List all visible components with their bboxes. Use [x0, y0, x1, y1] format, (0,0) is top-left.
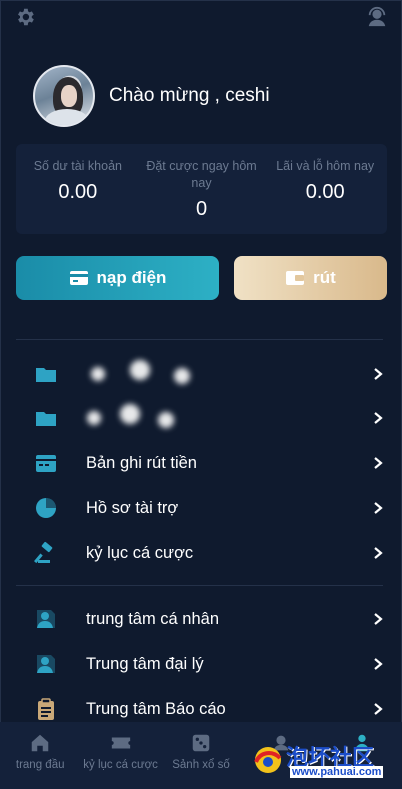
stat-value: 0 — [195, 198, 208, 220]
tab-label: Sảnh xổ số — [172, 759, 230, 771]
tab-home[interactable]: trang đầu — [0, 722, 80, 789]
wallet-icon — [69, 271, 88, 285]
tab-label: trang đầu — [15, 759, 65, 771]
person-icon — [37, 610, 55, 628]
stat-label: Số dư tài khoản — [33, 159, 122, 173]
divider — [16, 339, 383, 340]
dice-icon — [192, 734, 210, 752]
folder-icon — [36, 368, 56, 382]
menu-label: Hồ sơ tài trợ — [86, 498, 179, 517]
redacted-label — [70, 398, 190, 438]
user-headset-icon[interactable] — [366, 6, 388, 28]
stat-profit-today: Lãi và lỗ hôm nay 0.00 — [263, 144, 387, 234]
menu-label: Bản ghi rút tiền — [86, 453, 197, 472]
chevron-right-icon — [374, 457, 383, 469]
withdraw-label: rút — [313, 268, 336, 287]
stat-value: 0.00 — [58, 181, 98, 203]
avatar[interactable] — [33, 65, 95, 127]
chevron-right-icon — [374, 703, 383, 715]
deposit-button[interactable]: nạp điện — [16, 256, 219, 300]
chevron-right-icon — [374, 547, 383, 559]
gavel-icon — [34, 541, 53, 564]
watermark-swirl-icon — [254, 747, 282, 773]
folder-icon — [36, 412, 56, 426]
menu-item-personal-center[interactable]: trung tâm cá nhân — [0, 597, 402, 641]
menu-item-redacted-1[interactable] — [0, 352, 402, 396]
menu-label: trung tâm cá nhân — [86, 609, 219, 628]
menu-label: Trung tâm đại lý — [86, 654, 204, 673]
greeting-text: Chào mừng , ceshi — [109, 85, 270, 106]
ticket-icon — [111, 737, 130, 749]
pie-chart-icon — [36, 498, 56, 518]
stat-bets-today: Đặt cược ngay hôm nay 0 — [140, 144, 264, 234]
menu-item-bet-records[interactable]: kỷ lục cá cược — [0, 531, 402, 575]
gear-icon[interactable] — [14, 6, 36, 28]
tab-bet-records[interactable]: kỷ lục cá cược — [80, 722, 160, 789]
redacted-label — [70, 354, 210, 394]
person-icon — [37, 655, 55, 673]
chevron-right-icon — [374, 502, 383, 514]
stat-label: Đặt cược ngay hôm nay — [146, 159, 257, 190]
chevron-right-icon — [374, 658, 383, 670]
stat-value: 0.00 — [305, 181, 345, 203]
deposit-label: nạp điện — [96, 268, 167, 287]
menu-item-redacted-2[interactable] — [0, 396, 402, 440]
watermark-url: www.pahuai.com — [290, 766, 384, 778]
wallet-icon — [286, 271, 305, 285]
stat-balance: Số dư tài khoản 0.00 — [16, 144, 140, 234]
menu-item-agent-center[interactable]: Trung tâm đại lý — [0, 642, 402, 686]
menu-item-withdraw-history[interactable]: Bản ghi rút tiền — [0, 441, 402, 485]
home-icon — [31, 734, 49, 752]
clipboard-icon — [38, 698, 54, 720]
chevron-right-icon — [374, 412, 383, 424]
calendar-icon — [36, 455, 56, 472]
tab-lottery-lobby[interactable]: Sảnh xổ số — [161, 722, 241, 789]
top-bar — [14, 6, 388, 30]
account-stats-panel: Số dư tài khoản 0.00 Đặt cược ngay hôm n… — [16, 144, 387, 234]
stat-label: Lãi và lỗ hôm nay — [276, 159, 375, 173]
tab-label: kỷ lục cá cược — [83, 759, 158, 771]
divider — [16, 585, 383, 586]
menu-label: kỷ lục cá cược — [86, 543, 194, 562]
chevron-right-icon — [374, 368, 383, 380]
watermark-logo: 泡坏社区 www.pahuai.com — [250, 740, 400, 788]
menu-item-sponsorship[interactable]: Hồ sơ tài trợ — [0, 486, 402, 530]
profile-header: Chào mừng , ceshi — [33, 64, 270, 128]
menu-label: Trung tâm Báo cáo — [86, 699, 226, 718]
chevron-right-icon — [374, 613, 383, 625]
withdraw-button[interactable]: rút — [234, 256, 387, 300]
